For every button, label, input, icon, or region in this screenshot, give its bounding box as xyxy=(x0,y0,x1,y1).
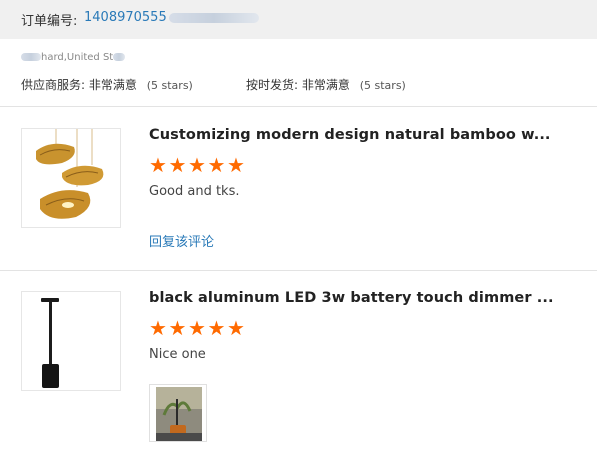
review-photo[interactable] xyxy=(149,384,207,442)
redacted-blur xyxy=(21,53,41,61)
star-icon: ★ xyxy=(227,153,245,177)
star-icon: ★ xyxy=(168,153,187,177)
bamboo-pendant-lamp-image xyxy=(36,129,104,219)
order-header: 订单编号: 1408970555 xyxy=(0,0,597,39)
review-comment: Good and tks. xyxy=(149,184,240,199)
address-text: hard,United St xyxy=(41,52,114,63)
shipping-stars: (5 stars) xyxy=(359,79,406,92)
supplier-service-value: 非常满意 xyxy=(88,78,137,92)
star-icon: ★ xyxy=(149,153,167,177)
redacted-blur xyxy=(113,53,126,61)
star-icon: ★ xyxy=(207,316,226,340)
supplier-service-rating: 供应商服务: 非常满意 (5 stars) xyxy=(21,76,193,93)
star-icon: ★ xyxy=(207,153,226,177)
supplier-service-label: 供应商服务: xyxy=(21,78,86,92)
review-photo-image xyxy=(150,385,206,441)
product-thumbnail[interactable] xyxy=(21,128,121,228)
buyer-address: hard,United St xyxy=(21,52,126,63)
star-icon: ★ xyxy=(168,316,187,340)
shipping-value: 非常满意 xyxy=(301,78,350,92)
product-thumbnail[interactable] xyxy=(21,291,121,391)
table-lamp-image xyxy=(41,298,59,388)
redacted-blur xyxy=(168,12,259,23)
order-number-label: 订单编号: xyxy=(21,14,78,29)
shipping-rating: 按时发货: 非常满意 (5 stars) xyxy=(246,76,406,93)
product-title[interactable]: black aluminum LED 3w battery touch dimm… xyxy=(149,290,554,306)
divider xyxy=(0,106,597,107)
order-number-value[interactable]: 1408970555 xyxy=(84,10,167,25)
shipping-label: 按时发货: xyxy=(246,78,299,92)
supplier-service-stars: (5 stars) xyxy=(146,79,193,92)
review-stars: ★★★★★ xyxy=(149,316,247,340)
review-comment: Nice one xyxy=(149,347,206,362)
star-icon: ★ xyxy=(188,153,206,177)
star-icon: ★ xyxy=(149,316,167,340)
star-icon: ★ xyxy=(188,316,206,340)
order-number-link[interactable]: 1408970555 xyxy=(84,10,259,25)
reply-review-link[interactable]: 回复该评论 xyxy=(149,231,214,250)
product-title[interactable]: Customizing modern design natural bamboo… xyxy=(149,127,551,143)
star-icon: ★ xyxy=(227,316,245,340)
review-stars: ★★★★★ xyxy=(149,153,247,177)
divider xyxy=(0,270,597,271)
